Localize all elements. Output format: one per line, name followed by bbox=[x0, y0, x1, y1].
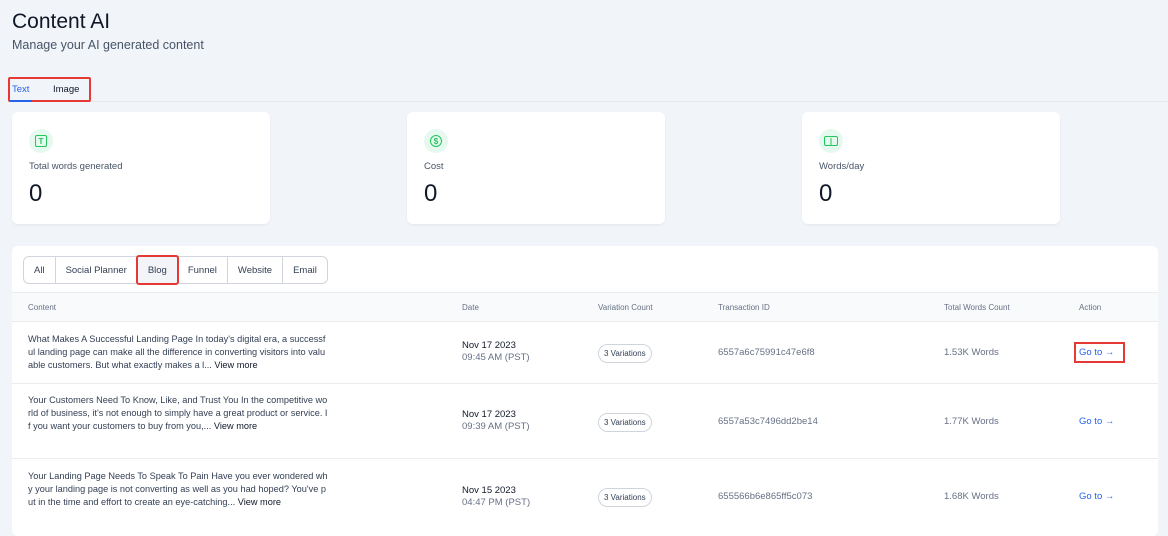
content-text: What Makes A Successful Landing Page In … bbox=[28, 334, 326, 370]
col-total-words: Total Words Count bbox=[944, 303, 1010, 312]
view-more-link[interactable]: View more bbox=[214, 360, 257, 370]
stat-label: Total words generated bbox=[29, 161, 123, 172]
transaction-id: 6557a6c75991c47e6f8 bbox=[718, 347, 815, 358]
variations-badge: 3 Variations bbox=[598, 488, 652, 507]
variations-badge: 3 Variations bbox=[598, 344, 652, 363]
page-title: Content AI bbox=[12, 10, 111, 33]
date: Nov 15 2023 bbox=[462, 485, 516, 496]
date-cell: Nov 15 2023 04:47 PM (PST) bbox=[462, 485, 530, 509]
variations-badge: 3 Variations bbox=[598, 413, 652, 432]
word-count: 1.77K Words bbox=[944, 416, 999, 427]
tab-image[interactable]: Image bbox=[53, 84, 79, 95]
stat-label: Cost bbox=[424, 161, 444, 172]
page-subtitle: Manage your AI generated content bbox=[12, 38, 204, 52]
table-header: Content Date Variation Count Transaction… bbox=[12, 292, 1158, 322]
filter-email[interactable]: Email bbox=[283, 257, 327, 283]
filter-blog[interactable]: Blog bbox=[135, 255, 179, 285]
date-cell: Nov 17 2023 09:39 AM (PST) bbox=[462, 409, 530, 433]
time: 09:45 AM (PST) bbox=[462, 352, 530, 363]
content-text: Your Customers Need To Know, Like, and T… bbox=[28, 395, 328, 431]
col-action: Action bbox=[1079, 303, 1102, 312]
stat-card-words-per-day: | Words/day 0 bbox=[802, 112, 1060, 224]
category-filter-group: All Social Planner Blog Funnel Website E… bbox=[23, 255, 328, 285]
date-cell: Nov 17 2023 09:45 AM (PST) bbox=[462, 340, 530, 364]
col-date: Date bbox=[462, 303, 479, 312]
col-variation-count: Variation Count bbox=[598, 303, 653, 312]
date: Nov 17 2023 bbox=[462, 409, 516, 420]
content-cell: What Makes A Successful Landing Page In … bbox=[28, 333, 328, 372]
stat-value: 0 bbox=[29, 180, 43, 207]
go-to-button[interactable]: Go to → bbox=[1079, 491, 1114, 502]
content-text: Your Landing Page Needs To Speak To Pain… bbox=[28, 471, 328, 507]
arrow-right-icon: → bbox=[1104, 491, 1115, 502]
table-row: What Makes A Successful Landing Page In … bbox=[12, 322, 1158, 384]
filter-all[interactable]: All bbox=[24, 257, 56, 283]
transaction-id: 6557a53c7496dd2be14 bbox=[718, 416, 818, 427]
arrow-right-icon: → bbox=[1104, 347, 1115, 358]
stat-value: 0 bbox=[424, 180, 438, 207]
filter-funnel[interactable]: Funnel bbox=[178, 257, 228, 283]
word-count: 1.53K Words bbox=[944, 347, 999, 358]
table-row: Your Landing Page Needs To Speak To Pain… bbox=[12, 459, 1158, 536]
go-to-label: Go to bbox=[1079, 491, 1103, 502]
stat-card-cost: $ Cost 0 bbox=[407, 112, 665, 224]
dollar-icon: $ bbox=[424, 129, 448, 153]
go-to-label: Go to bbox=[1079, 347, 1103, 358]
go-to-button[interactable]: Go to → bbox=[1079, 416, 1114, 427]
arrow-right-icon: → bbox=[1104, 416, 1115, 427]
tab-text[interactable]: Text bbox=[12, 84, 29, 95]
active-tab-indicator bbox=[10, 100, 32, 102]
time: 09:39 AM (PST) bbox=[462, 421, 530, 432]
word-count: 1.68K Words bbox=[944, 491, 999, 502]
table-row: Your Customers Need To Know, Like, and T… bbox=[12, 384, 1158, 459]
col-transaction-id: Transaction ID bbox=[718, 303, 770, 312]
time: 04:47 PM (PST) bbox=[462, 497, 531, 508]
go-to-button[interactable]: Go to → bbox=[1073, 342, 1126, 363]
content-table-panel: All Social Planner Blog Funnel Website E… bbox=[12, 246, 1158, 536]
filter-social-planner[interactable]: Social Planner bbox=[56, 257, 138, 283]
date: Nov 17 2023 bbox=[462, 340, 516, 351]
go-to-label: Go to bbox=[1079, 416, 1103, 427]
col-content: Content bbox=[28, 303, 57, 312]
words-per-day-icon: | bbox=[819, 129, 843, 153]
view-more-link[interactable]: View more bbox=[238, 497, 281, 507]
content-cell: Your Customers Need To Know, Like, and T… bbox=[28, 394, 328, 433]
content-type-tabs: Text Image bbox=[8, 77, 1168, 102]
stat-label: Words/day bbox=[819, 161, 865, 172]
filter-website[interactable]: Website bbox=[228, 257, 284, 283]
text-icon: T bbox=[29, 129, 53, 153]
content-cell: Your Landing Page Needs To Speak To Pain… bbox=[28, 470, 328, 509]
view-more-link[interactable]: View more bbox=[214, 421, 257, 431]
stat-card-total-words: T Total words generated 0 bbox=[12, 112, 270, 224]
transaction-id: 655566b6e865ff5c073 bbox=[718, 491, 813, 502]
stat-value: 0 bbox=[819, 180, 833, 207]
